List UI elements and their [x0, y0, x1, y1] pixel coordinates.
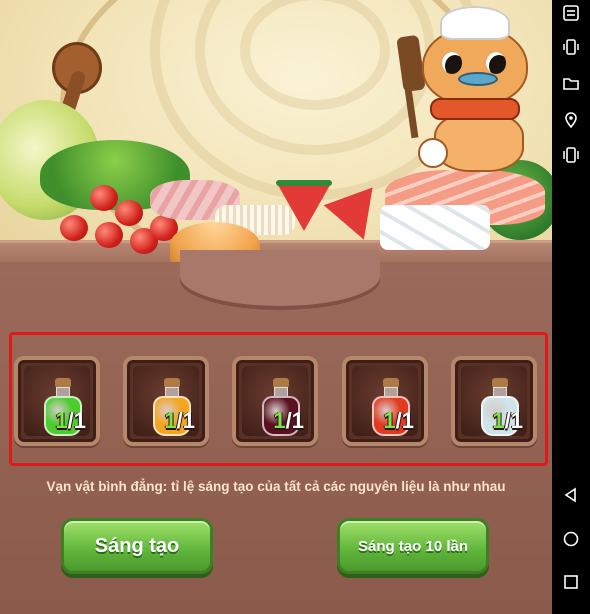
cat-eye — [442, 52, 462, 74]
create-button[interactable]: Sáng tạo — [61, 518, 213, 574]
tomato-icon — [95, 222, 123, 248]
home-icon[interactable] — [562, 530, 580, 548]
create-ten-button[interactable]: Sáng tạo 10 lần — [337, 518, 489, 574]
vibrate-icon[interactable] — [562, 38, 580, 56]
selection-highlight — [9, 332, 548, 466]
menu-icon[interactable] — [562, 4, 580, 22]
shelf-arc — [180, 250, 380, 310]
cat-chef-character — [396, 0, 550, 175]
watermelon-icon — [278, 185, 330, 231]
recents-icon[interactable] — [562, 573, 580, 591]
tomato-icon — [115, 200, 143, 226]
folder-icon[interactable] — [562, 74, 580, 92]
android-nav-bar — [552, 0, 590, 614]
fish-icon — [458, 72, 498, 86]
back-icon[interactable] — [562, 486, 580, 504]
spatula-handle — [404, 87, 419, 139]
tomato-icon — [60, 215, 88, 241]
rotate-icon[interactable] — [562, 146, 580, 164]
tomato-icon — [90, 185, 118, 211]
scarf — [430, 98, 520, 120]
paw-icon — [418, 138, 448, 168]
watermelon-rind — [276, 180, 332, 186]
cat-body — [434, 112, 524, 172]
location-icon[interactable] — [562, 111, 580, 129]
game-view: 1/1 1/1 1/1 1/1 1/1 Vạn vật bình đẳng: tỉ lệ… — [0, 0, 552, 614]
cat-eye — [486, 52, 506, 74]
kitchen-scene — [0, 0, 552, 262]
chef-hat-icon — [440, 6, 510, 40]
info-text: Vạn vật bình đẳng: tỉ lệ sáng tạo của tấ… — [46, 479, 506, 494]
tofu-icon — [380, 205, 490, 250]
